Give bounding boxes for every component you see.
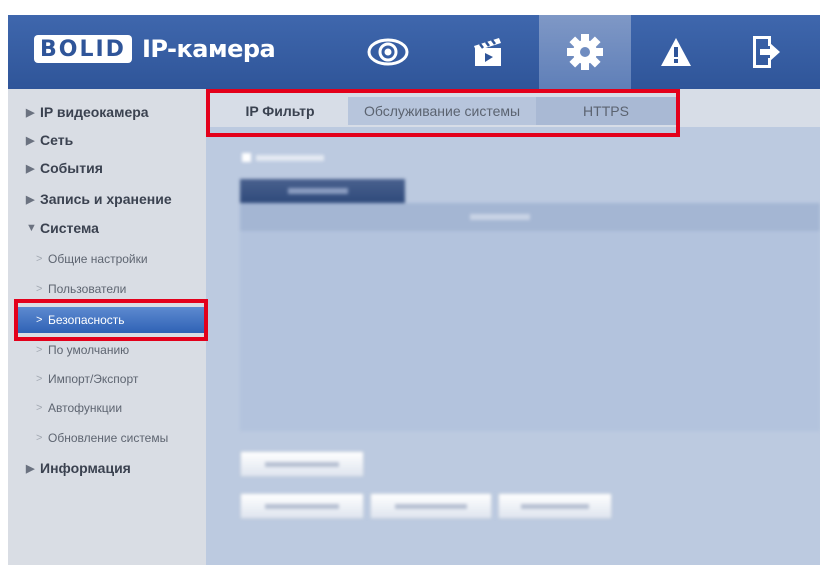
sidebar-item-system-update[interactable]: > Обновление системы xyxy=(8,425,206,451)
expand-arrow-icon: ▶ xyxy=(26,106,35,119)
nav-live-view[interactable] xyxy=(356,15,420,89)
chevron-right-icon: > xyxy=(36,253,43,265)
app-title: IP-камера xyxy=(141,35,276,63)
sidebar-item-label: Пользователи xyxy=(48,282,127,296)
gear-icon xyxy=(567,34,603,70)
sidebar-item-auto-functions[interactable]: > Автофункции xyxy=(8,395,206,421)
chevron-right-icon: > xyxy=(36,283,43,295)
table-header xyxy=(240,203,820,231)
table-header-label-placeholder xyxy=(470,214,530,220)
sidebar-item-label: Импорт/Экспорт xyxy=(48,372,139,386)
sidebar-item-events[interactable]: ▶ События xyxy=(8,155,206,181)
main-content: IP Фильтр Обслуживание системы HTTPS xyxy=(206,89,820,565)
expand-arrow-icon: ▶ xyxy=(26,134,35,147)
address-table xyxy=(240,231,820,431)
sidebar-item-import-export[interactable]: > Импорт/Экспорт xyxy=(8,366,206,392)
sidebar-item-label: Автофункции xyxy=(48,401,123,415)
enable-checkbox[interactable] xyxy=(242,153,332,163)
brand-logo: BOLID xyxy=(34,35,132,63)
nav-playback[interactable] xyxy=(456,15,520,89)
chevron-right-icon: > xyxy=(36,373,43,385)
checkbox-label-placeholder xyxy=(256,155,324,161)
add-address-button[interactable] xyxy=(240,451,364,477)
logout-icon xyxy=(753,36,780,68)
sidebar-item-system[interactable]: ▼ Система xyxy=(8,215,206,241)
top-header: BOLID IP-камера xyxy=(8,15,820,89)
expand-arrow-icon: ▶ xyxy=(26,193,35,206)
highlight-frame-security xyxy=(14,299,208,341)
chevron-right-icon: > xyxy=(36,402,43,414)
clapperboard-icon xyxy=(474,38,501,66)
list-type-label-placeholder xyxy=(288,188,348,194)
nav-alarm[interactable] xyxy=(644,15,708,89)
save-button[interactable] xyxy=(498,493,612,519)
sidebar-item-label: Обновление системы xyxy=(48,431,169,445)
sidebar-item-label: События xyxy=(40,160,103,176)
highlight-frame-tabs xyxy=(206,89,680,137)
sidebar-item-info[interactable]: ▶ Информация xyxy=(8,455,206,481)
checkbox-box xyxy=(242,153,251,162)
button-label-placeholder xyxy=(521,504,589,509)
button-label-placeholder xyxy=(395,504,467,509)
eye-icon xyxy=(367,38,409,66)
list-type-tab[interactable] xyxy=(240,179,405,203)
sidebar-item-label: По умолчанию xyxy=(48,343,130,357)
sidebar-item-network[interactable]: ▶ Сеть xyxy=(8,127,206,153)
chevron-right-icon: > xyxy=(36,344,43,356)
sidebar-item-label: Информация xyxy=(40,460,131,476)
logo: BOLID IP-камера xyxy=(34,35,276,63)
chevron-right-icon: > xyxy=(36,432,43,444)
expand-arrow-icon: ▶ xyxy=(26,162,35,175)
sidebar-item-label: Общие настройки xyxy=(48,252,148,266)
brand-logo-text: BOLID xyxy=(40,36,126,62)
sidebar-item-storage[interactable]: ▶ Запись и хранение xyxy=(8,186,206,212)
sidebar-item-general-settings[interactable]: > Общие настройки xyxy=(8,246,206,272)
refresh-button[interactable] xyxy=(370,493,492,519)
sidebar-item-label: Система xyxy=(40,220,99,236)
expand-arrow-icon: ▶ xyxy=(26,462,35,475)
sidebar-item-label: Сеть xyxy=(40,132,74,148)
sidebar-item-label: IP видеокамера xyxy=(40,104,149,120)
collapse-arrow-icon: ▼ xyxy=(26,222,37,234)
button-label-placeholder xyxy=(265,504,339,509)
nav-logout[interactable] xyxy=(734,15,798,89)
button-label-placeholder xyxy=(265,462,339,467)
warning-icon xyxy=(661,38,691,66)
sidebar-item-label: Запись и хранение xyxy=(40,191,172,207)
default-button[interactable] xyxy=(240,493,364,519)
sidebar-item-ip-camera[interactable]: ▶ IP видеокамера xyxy=(8,99,206,125)
nav-settings[interactable] xyxy=(539,15,631,89)
